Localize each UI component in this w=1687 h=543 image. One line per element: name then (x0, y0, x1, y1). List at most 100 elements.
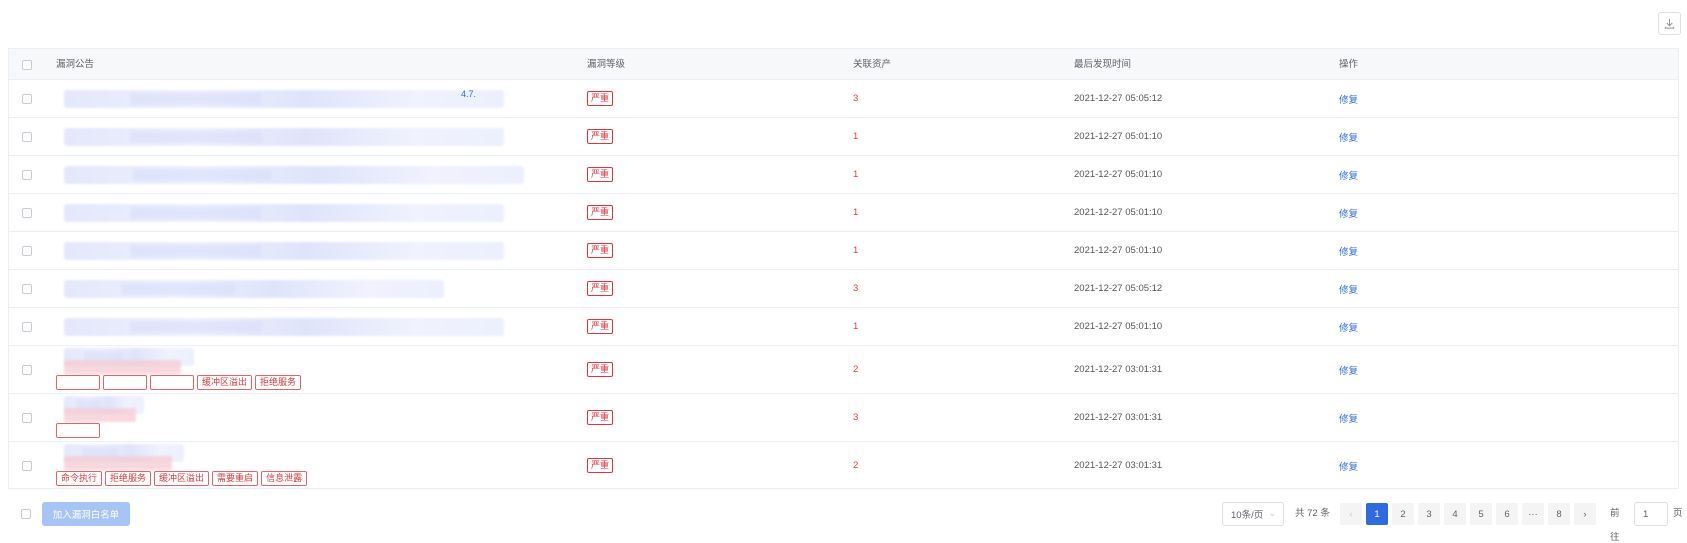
announcement-cell[interactable]: 4.7. (56, 80, 526, 117)
download-icon (1664, 18, 1675, 29)
page-ellipsis-button[interactable]: ··· (1522, 503, 1544, 525)
page-button-8[interactable]: 8 (1548, 503, 1570, 525)
select-all-checkbox[interactable] (22, 60, 32, 70)
announcement-cell[interactable] (56, 394, 526, 441)
level-cell: 严重 (587, 118, 614, 155)
related-assets-count[interactable]: 3 (853, 394, 858, 441)
page-button-2[interactable]: 2 (1392, 503, 1414, 525)
severity-badge: 严重 (587, 362, 614, 377)
related-assets-count[interactable]: 1 (853, 156, 858, 193)
announcement-cell[interactable] (56, 118, 526, 155)
last-found-time: 2021-12-27 03:01:31 (1074, 412, 1163, 423)
vuln-tag: 缓冲区溢出 (154, 471, 210, 486)
export-button[interactable] (1658, 12, 1681, 35)
severity-badge: 严重 (587, 281, 614, 296)
vuln-tag: 拒绝服务 (255, 375, 302, 390)
row-checkbox[interactable] (22, 322, 32, 332)
related-assets-count[interactable]: 3 (853, 270, 858, 307)
row-checkbox[interactable] (22, 208, 32, 218)
table-row: 严重 1 2021-12-27 05:01:10 修复 (9, 118, 1678, 156)
related-assets-count[interactable]: 2 (853, 346, 858, 393)
vuln-tag: 拒绝服务 (105, 471, 152, 486)
vuln-tag: 信息泄露 (261, 471, 308, 486)
vuln-tag (56, 423, 100, 438)
column-header-assets[interactable]: 关联资产 (853, 49, 891, 80)
announcement-cell[interactable]: 命令执行 拒绝服务 缓冲区溢出 需要重启 信息泄露 (56, 442, 526, 489)
severity-badge: 严重 (587, 129, 614, 144)
level-cell: 严重 (587, 232, 614, 269)
last-found-time: 2021-12-27 05:01:10 (1074, 321, 1163, 332)
vuln-tag (150, 375, 194, 390)
vuln-tag: 需要重启 (212, 471, 259, 486)
add-to-whitelist-button[interactable]: 加入漏洞白名单 (42, 502, 130, 526)
fix-link[interactable]: 修复 (1339, 308, 1358, 345)
table-row: 严重 3 2021-12-27 05:05:12 修复 (9, 270, 1678, 308)
fix-link[interactable]: 修复 (1339, 118, 1358, 155)
goto-suffix: 页 (1673, 508, 1683, 519)
fix-link[interactable]: 修复 (1339, 442, 1358, 489)
announcement-cell[interactable]: 缓冲区溢出 拒绝服务 (56, 346, 526, 393)
page-button-5[interactable]: 5 (1470, 503, 1492, 525)
vuln-tag: 缓冲区溢出 (197, 375, 253, 390)
fix-link[interactable]: 修复 (1339, 346, 1358, 393)
prev-page-button[interactable]: ‹ (1340, 503, 1362, 525)
vuln-tag: 命令执行 (56, 471, 103, 486)
page-button-3[interactable]: 3 (1418, 503, 1440, 525)
row-checkbox[interactable] (22, 284, 32, 294)
row-checkbox[interactable] (22, 413, 32, 423)
next-page-button[interactable]: › (1574, 503, 1596, 525)
level-cell: 严重 (587, 346, 614, 393)
row-checkbox[interactable] (22, 170, 32, 180)
table-row: 严重 1 2021-12-27 05:01:10 修复 (9, 156, 1678, 194)
announcement-cell[interactable] (56, 194, 526, 231)
goto-page-input[interactable] (1634, 502, 1668, 526)
vuln-tags (56, 423, 100, 438)
last-found-time: 2021-12-27 05:01:10 (1074, 207, 1163, 218)
level-cell: 严重 (587, 270, 614, 307)
table-row: 严重 1 2021-12-27 05:01:10 修复 (9, 232, 1678, 270)
related-assets-count[interactable]: 2 (853, 442, 858, 489)
last-found-time: 2021-12-27 03:01:31 (1074, 460, 1163, 471)
fix-link[interactable]: 修复 (1339, 194, 1358, 231)
last-found-time: 2021-12-27 05:01:10 (1074, 169, 1163, 180)
announcement-cell[interactable] (56, 270, 526, 307)
row-checkbox[interactable] (22, 460, 32, 471)
row-checkbox[interactable] (22, 132, 32, 142)
severity-badge: 严重 (587, 319, 614, 334)
column-header-last-found[interactable]: 最后发现时间 (1074, 49, 1131, 80)
fix-link[interactable]: 修复 (1339, 270, 1358, 307)
page-button-6[interactable]: 6 (1496, 503, 1518, 525)
severity-badge: 严重 (587, 410, 614, 425)
announcement-cell[interactable] (56, 156, 526, 193)
goto-label: 前往 (1610, 508, 1620, 543)
fix-link[interactable]: 修复 (1339, 80, 1358, 117)
related-assets-count[interactable]: 3 (853, 80, 858, 117)
last-found-time: 2021-12-27 05:05:12 (1074, 93, 1163, 104)
last-found-time: 2021-12-27 05:01:10 (1074, 245, 1163, 256)
level-cell: 严重 (587, 80, 614, 117)
related-assets-count[interactable]: 1 (853, 232, 858, 269)
fix-link[interactable]: 修复 (1339, 394, 1358, 441)
related-assets-count[interactable]: 1 (853, 194, 858, 231)
page-size-select[interactable]: 10条/页 ⌄ (1222, 502, 1284, 526)
fix-link[interactable]: 修复 (1339, 156, 1358, 193)
chevron-right-icon: › (1583, 508, 1587, 520)
table-body: 4.7. 严重 3 2021-12-27 05:05:12 修复 严重 1 2021-12-2… (9, 80, 1678, 489)
fix-link[interactable]: 修复 (1339, 232, 1358, 269)
footer-select-all-checkbox[interactable] (21, 509, 31, 519)
related-assets-count[interactable]: 1 (853, 118, 858, 155)
announcement-cell[interactable] (56, 308, 526, 345)
table-row: 4.7. 严重 3 2021-12-27 05:05:12 修复 (9, 80, 1678, 118)
row-checkbox[interactable] (22, 246, 32, 256)
total-count: 共 72 条 (1295, 508, 1330, 519)
vuln-tags: 缓冲区溢出 拒绝服务 (56, 375, 302, 390)
related-assets-count[interactable]: 1 (853, 308, 858, 345)
row-checkbox[interactable] (22, 94, 32, 104)
column-header-level: 漏洞等级 (587, 59, 626, 70)
announcement-cell[interactable] (56, 232, 526, 269)
row-checkbox[interactable] (22, 365, 32, 375)
last-found-time: 2021-12-27 03:01:31 (1074, 364, 1163, 375)
announcement-link[interactable]: 4.7. (461, 89, 476, 99)
page-button-4[interactable]: 4 (1444, 503, 1466, 525)
page-button-1[interactable]: 1 (1366, 503, 1388, 525)
